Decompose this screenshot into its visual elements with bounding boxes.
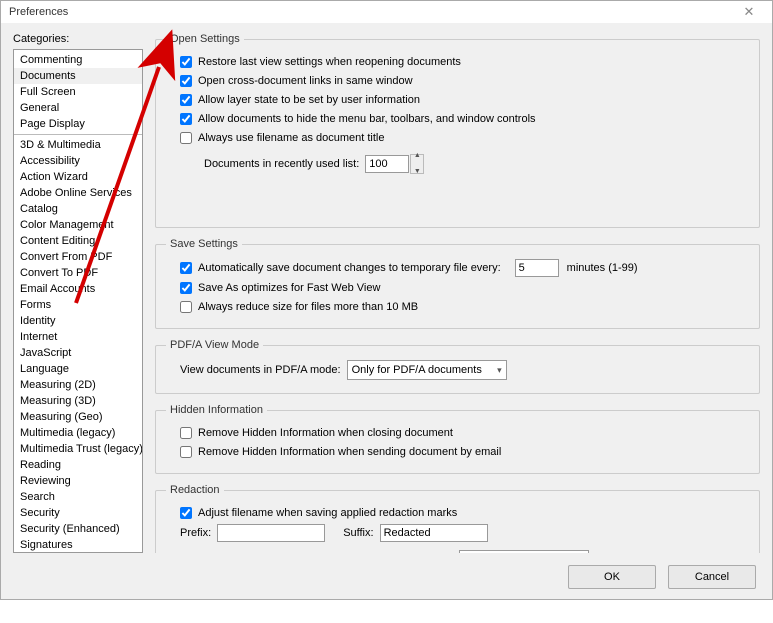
window-title: Preferences: [9, 1, 68, 23]
filename-title-checkbox[interactable]: [180, 132, 192, 144]
category-item[interactable]: Page Display: [14, 116, 142, 132]
ok-button[interactable]: OK: [568, 565, 656, 589]
category-item[interactable]: Email Accounts: [14, 281, 142, 297]
remove-hidden-email-label: Remove Hidden Information when sending d…: [198, 444, 501, 460]
localization-label: Choose localization for Search & Remove …: [180, 552, 453, 553]
layer-state-checkbox[interactable]: [180, 94, 192, 106]
category-item[interactable]: Search: [14, 489, 142, 505]
fast-web-view-label: Save As optimizes for Fast Web View: [198, 280, 380, 296]
open-settings-group: Open Settings Restore last view settings…: [155, 33, 760, 228]
category-item[interactable]: Language: [14, 361, 142, 377]
dialog-body: Categories: CommentingDocumentsFull Scre…: [1, 23, 772, 599]
open-settings-legend: Open Settings: [166, 33, 244, 45]
redaction-legend: Redaction: [166, 484, 224, 496]
remove-hidden-closing-checkbox[interactable]: [180, 427, 192, 439]
category-item[interactable]: 3D & Multimedia: [14, 137, 142, 153]
cross-doc-links-checkbox[interactable]: [180, 75, 192, 87]
pdfa-mode-value: Only for PDF/A documents: [352, 362, 482, 378]
pdfa-group: PDF/A View Mode View documents in PDF/A …: [155, 339, 760, 394]
autosave-label-pre: Automatically save document changes to t…: [198, 260, 501, 276]
category-item[interactable]: Reviewing: [14, 473, 142, 489]
hide-menu-checkbox[interactable]: [180, 113, 192, 125]
chevron-down-icon: ▾: [491, 362, 502, 378]
fast-web-view-checkbox[interactable]: [180, 282, 192, 294]
restore-last-view-label: Restore last view settings when reopenin…: [198, 54, 461, 70]
category-item[interactable]: Full Screen: [14, 84, 142, 100]
cancel-button[interactable]: Cancel: [668, 565, 756, 589]
category-item[interactable]: Identity: [14, 313, 142, 329]
dialog-buttons: OK Cancel: [568, 565, 756, 589]
category-item[interactable]: Security: [14, 505, 142, 521]
pdfa-mode-label: View documents in PDF/A mode:: [180, 362, 341, 378]
category-item[interactable]: Security (Enhanced): [14, 521, 142, 537]
reduce-size-label: Always reduce size for files more than 1…: [198, 299, 418, 315]
save-settings-group: Save Settings Automatically save documen…: [155, 238, 760, 329]
category-item[interactable]: Reading: [14, 457, 142, 473]
adjust-filename-label: Adjust filename when saving applied reda…: [198, 505, 457, 521]
category-item[interactable]: Forms: [14, 297, 142, 313]
remove-hidden-email-checkbox[interactable]: [180, 446, 192, 458]
category-item[interactable]: Accessibility: [14, 153, 142, 169]
recent-list-input[interactable]: [365, 155, 409, 173]
category-item[interactable]: Adobe Online Services: [14, 185, 142, 201]
restore-last-view-checkbox[interactable]: [180, 56, 192, 68]
recent-list-label: Documents in recently used list:: [204, 156, 359, 172]
save-settings-legend: Save Settings: [166, 238, 242, 250]
categories-panel: Categories: CommentingDocumentsFull Scre…: [13, 33, 143, 553]
hidden-info-group: Hidden Information Remove Hidden Informa…: [155, 404, 760, 474]
localization-select[interactable]: English (US) ▾: [459, 550, 589, 553]
hidden-info-legend: Hidden Information: [166, 404, 267, 416]
close-icon[interactable]: ✕: [734, 1, 764, 23]
localization-value: English (US): [464, 552, 526, 553]
chevron-down-icon: ▾: [573, 552, 584, 553]
filename-title-label: Always use filename as document title: [198, 130, 384, 146]
autosave-minutes-input[interactable]: [515, 259, 559, 277]
category-item[interactable]: Measuring (2D): [14, 377, 142, 393]
prefix-input[interactable]: [217, 524, 325, 542]
category-item[interactable]: General: [14, 100, 142, 116]
category-item[interactable]: Convert From PDF: [14, 249, 142, 265]
category-item[interactable]: Commenting: [14, 52, 142, 68]
categories-list[interactable]: CommentingDocumentsFull ScreenGeneralPag…: [13, 49, 143, 553]
category-item[interactable]: Documents: [14, 68, 142, 84]
cross-doc-links-label: Open cross-document links in same window: [198, 73, 413, 89]
pdfa-mode-select[interactable]: Only for PDF/A documents ▾: [347, 360, 507, 380]
suffix-label: Suffix:: [343, 525, 373, 541]
category-item[interactable]: Action Wizard: [14, 169, 142, 185]
suffix-input[interactable]: [380, 524, 488, 542]
category-item[interactable]: Convert To PDF: [14, 265, 142, 281]
category-item[interactable]: Signatures: [14, 537, 142, 553]
pdfa-legend: PDF/A View Mode: [166, 339, 263, 351]
adjust-filename-checkbox[interactable]: [180, 507, 192, 519]
category-item[interactable]: Catalog: [14, 201, 142, 217]
category-item[interactable]: Internet: [14, 329, 142, 345]
category-item[interactable]: Multimedia Trust (legacy): [14, 441, 142, 457]
redaction-group: Redaction Adjust filename when saving ap…: [155, 484, 760, 553]
autosave-checkbox[interactable]: [180, 262, 192, 274]
layer-state-label: Allow layer state to be set by user info…: [198, 92, 420, 108]
autosave-label-post: minutes (1-99): [567, 260, 638, 276]
preferences-window: Preferences ✕ Categories: CommentingDocu…: [0, 0, 773, 600]
titlebar: Preferences ✕: [1, 1, 772, 24]
remove-hidden-closing-label: Remove Hidden Information when closing d…: [198, 425, 453, 441]
prefix-label: Prefix:: [180, 525, 211, 541]
category-item[interactable]: JavaScript: [14, 345, 142, 361]
category-item[interactable]: Multimedia (legacy): [14, 425, 142, 441]
reduce-size-checkbox[interactable]: [180, 301, 192, 313]
categories-label: Categories:: [13, 33, 143, 45]
recent-list-spinner[interactable]: ▲▼: [410, 154, 424, 174]
category-item[interactable]: Measuring (Geo): [14, 409, 142, 425]
category-item[interactable]: Color Management: [14, 217, 142, 233]
hide-menu-label: Allow documents to hide the menu bar, to…: [198, 111, 536, 127]
category-item[interactable]: Content Editing: [14, 233, 142, 249]
category-item[interactable]: Measuring (3D): [14, 393, 142, 409]
settings-panel: Open Settings Restore last view settings…: [155, 33, 760, 553]
